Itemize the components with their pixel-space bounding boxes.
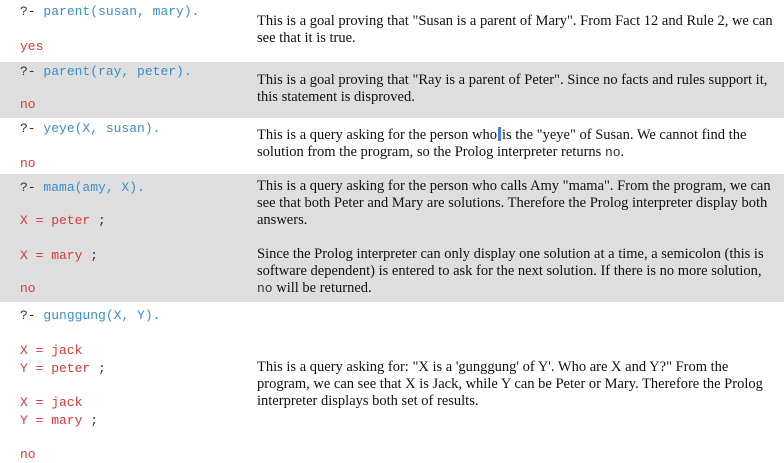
query-text: mama(amy, X). — [43, 180, 145, 195]
prompt: ?- — [20, 4, 36, 19]
text-cursor — [498, 127, 502, 141]
answer-text: no — [20, 97, 36, 112]
prompt: ?- — [20, 308, 36, 323]
result-y-mary: Y = mary — [20, 413, 83, 428]
prompt: ?- — [20, 121, 36, 136]
result-x-peter: X = peter — [20, 213, 91, 228]
result-x-jack-1: X = jack — [20, 343, 83, 358]
row-parent-susan-mary: ?- parent(susan, mary). yes This is a go… — [0, 0, 784, 62]
answer-text: no — [20, 156, 36, 171]
description-2: Since the Prolog interpreter can only di… — [257, 246, 764, 296]
query-text: parent(susan, mary). — [43, 4, 200, 19]
description: This is a goal proving that "Ray is a pa… — [257, 72, 768, 105]
result-x-jack-2: X = jack — [20, 395, 83, 410]
row-gunggung-query: ?- gunggung(X, Y). X = jack Y = peter ; … — [0, 302, 784, 463]
answer-text: no — [20, 447, 36, 462]
prompt: ?- — [20, 64, 36, 79]
semicolon: ; — [90, 248, 99, 263]
description-1: This is a query asking for the person wh… — [257, 178, 771, 228]
answer-text: yes — [20, 39, 44, 54]
query-text: yeye(X, susan). — [43, 121, 161, 136]
row-parent-ray-peter: ?- parent(ray, peter). no This is a goal… — [0, 62, 784, 118]
prompt: ?- — [20, 180, 36, 195]
result-y-peter: Y = peter — [20, 361, 91, 376]
answer-text: no — [20, 281, 36, 296]
result-x-mary: X = mary — [20, 248, 83, 263]
semicolon: ; — [98, 213, 106, 228]
query-text: gunggung(X, Y). — [43, 308, 161, 323]
query-text: parent(ray, peter). — [43, 64, 192, 79]
description: This is a query asking for the person wh… — [257, 127, 747, 160]
semicolon: ; — [98, 361, 106, 376]
row-mama-query: ?- mama(amy, X). X = peter ; X = mary ; … — [0, 174, 784, 302]
description: This is a goal proving that "Susan is a … — [257, 13, 773, 46]
description: This is a query asking for: "X is a 'gun… — [257, 359, 763, 409]
row-yeye-query: ?- yeye(X, susan). no This is a query as… — [0, 118, 784, 174]
semicolon: ; — [90, 413, 99, 428]
